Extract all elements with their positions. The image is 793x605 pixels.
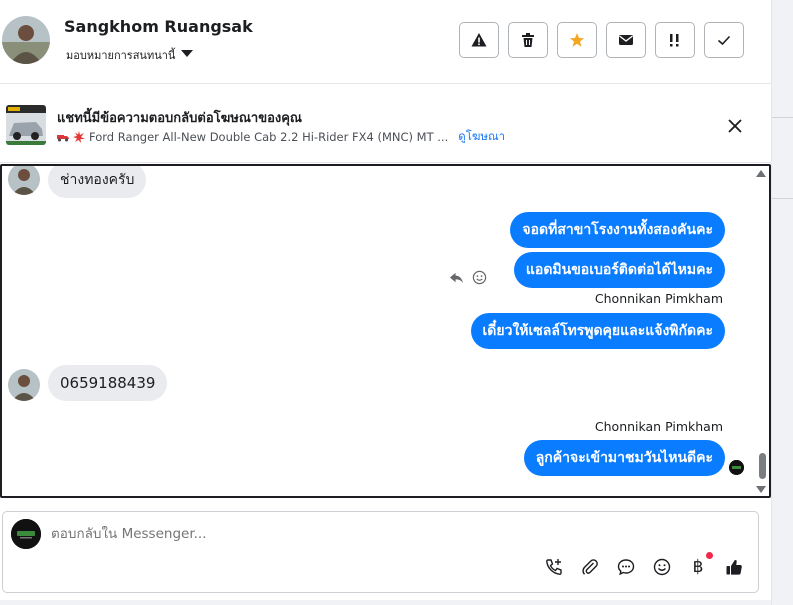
composer-toolbar: ฿ [545,552,743,577]
close-banner-button[interactable] [724,115,746,137]
star-icon [570,33,584,47]
outgoing-message[interactable]: ลูกค้าจะเข้ามาชมวันไหนดีคะ [523,440,725,476]
payment-button[interactable]: ฿ [689,552,713,577]
truck-icon [57,135,69,142]
scrollbar-thumb[interactable] [759,453,766,479]
right-panel-edge [771,0,793,605]
delete-button[interactable] [508,22,548,58]
emoji-icon [653,558,671,576]
reply-icon[interactable] [449,270,464,285]
like-button[interactable] [725,558,743,576]
incoming-message[interactable]: 0659188439 [48,365,168,401]
sender-name: Chonnikan Pimkham [594,419,723,434]
chevron-down-icon [181,49,194,57]
outgoing-message[interactable]: แอดมินขอเบอร์ติดต่อได้ไหมคะ [513,252,725,288]
contact-avatar-small [8,369,40,401]
reply-input[interactable] [51,526,551,542]
warning-icon [471,33,487,47]
conversation-header: Sangkhom Ruangsak มอบหมายการสนทนานี้ [0,0,771,84]
ad-reply-details: Ford Ranger All-New Double Cab 2.2 Hi-Ri… [57,128,505,146]
message-actions [449,270,487,285]
scroll-up-arrow[interactable] [756,170,766,177]
seen-indicator-avatar [729,460,744,475]
outgoing-message[interactable]: เดี๋ยวให้เซลล์โทรพูดคุยและแจ้งพิกัดคะ [470,313,725,349]
emoji-button[interactable] [653,558,671,576]
page-avatar [11,519,41,549]
mail-icon [619,35,633,45]
trash-icon [522,33,534,47]
emoji-reaction-icon[interactable] [472,270,487,285]
scroll-down-arrow[interactable] [756,486,766,493]
follow-up-icon [670,34,679,47]
sender-name: Chonnikan Pimkham [594,291,723,306]
divider [772,117,793,118]
phone-add-icon [546,559,562,575]
mark-unread-button[interactable] [606,22,646,58]
ad-title-text: Ford Ranger All-New Double Cab 2.2 Hi-Ri… [89,130,449,144]
messenger-inbox-window: Sangkhom Ruangsak มอบหมายการสนทนานี้ แชท… [0,0,793,605]
saved-replies-button[interactable] [617,558,635,576]
baht-icon: ฿ [692,557,704,577]
contact-avatar[interactable] [2,16,50,64]
thumbs-up-icon [726,559,742,575]
ad-reply-title: แชทนี้มีข้อความตอบกลับต่อโฆษณาของคุณ [57,111,302,126]
scrollbar[interactable] [755,166,769,496]
check-icon [717,35,731,46]
incoming-message[interactable]: ช่างทองครับ [48,166,147,198]
divider [772,198,793,199]
collision-icon [73,131,85,143]
contact-name[interactable]: Sangkhom Ruangsak [64,17,253,36]
follow-up-button[interactable] [655,22,695,58]
chat-bubble-icon [617,559,635,576]
view-ad-link[interactable]: ดูโฆษณา [458,128,505,146]
message-composer: ฿ [2,511,759,593]
ad-reply-banner: แชทนี้มีข้อความตอบกลับต่อโฆษณาของคุณ For… [0,85,771,163]
mark-done-button[interactable] [704,22,744,58]
ad-thumbnail[interactable] [6,105,46,145]
window-bottom-edge [0,600,771,605]
assign-conversation-dropdown[interactable]: มอบหมายการสนทนานี้ [66,46,194,64]
conversation-actions [459,22,744,58]
outgoing-message[interactable]: จอดที่สาขาโรงงานทั้งสองคันคะ [510,212,725,248]
mark-spam-button[interactable] [459,22,499,58]
paperclip-icon [582,559,598,575]
attach-button[interactable] [581,558,599,576]
star-button[interactable] [557,22,597,58]
assign-label: มอบหมายการสนทนานี้ [66,49,176,62]
notification-dot [706,552,713,559]
call-button[interactable] [545,558,563,576]
close-icon [728,119,742,133]
contact-avatar-small [8,166,40,195]
message-thread[interactable]: ช่างทองครับ จอดที่สาขาโรงงานทั้งสองคันคะ… [0,164,771,498]
